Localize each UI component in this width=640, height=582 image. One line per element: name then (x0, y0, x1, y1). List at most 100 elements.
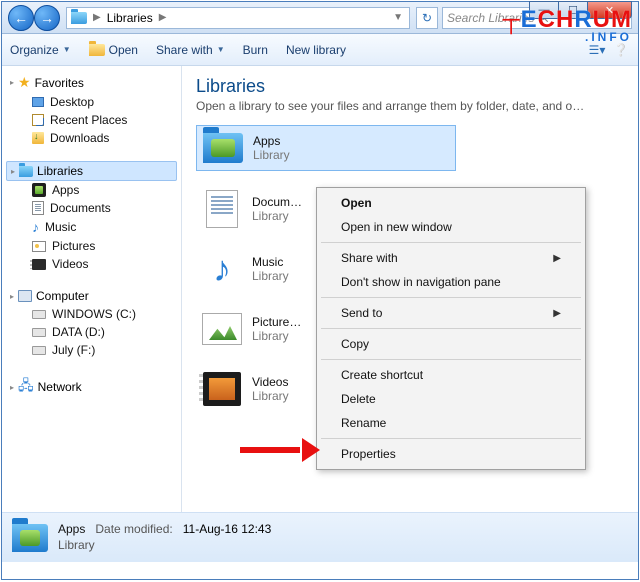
sidebar-item-desktop[interactable]: Desktop (6, 93, 177, 111)
title-bar: ← → ▶ Libraries ▶ ▼ ↻ Search Libraries —… (2, 2, 638, 34)
apps-icon (203, 133, 243, 163)
address-bar[interactable]: ▶ Libraries ▶ ▼ (66, 7, 410, 29)
chevron-right-icon: ▶ (553, 253, 561, 264)
network-icon: 🖧 (18, 375, 34, 399)
item-subtitle: Library (252, 209, 302, 223)
close-button[interactable]: ✕ (587, 1, 632, 19)
pictures-icon (32, 241, 46, 252)
item-subtitle: Library (252, 269, 289, 283)
burn-button[interactable]: Burn (243, 43, 268, 57)
drive-icon (32, 310, 46, 319)
forward-button[interactable]: → (34, 5, 60, 31)
ctx-sendto[interactable]: Send to▶ (319, 301, 583, 325)
chevron-right-icon: ▶ (91, 12, 103, 23)
minimize-button[interactable]: — (529, 1, 559, 19)
ctx-shortcut[interactable]: Create shortcut (319, 363, 583, 387)
sidebar-item-documents[interactable]: Documents (6, 199, 177, 217)
sidebar-item-apps[interactable]: Apps (6, 181, 177, 199)
view-options-button[interactable]: ☰▾ (588, 41, 606, 59)
libraries-icon (19, 166, 33, 177)
star-icon: ★ (18, 74, 31, 91)
separator (321, 328, 581, 329)
refresh-button[interactable]: ↻ (416, 7, 438, 29)
nav-buttons: ← → (8, 5, 60, 31)
item-subtitle: Library (253, 148, 290, 162)
new-library-button[interactable]: New library (286, 43, 346, 57)
open-button[interactable]: Open (89, 43, 138, 57)
details-name: Apps (58, 522, 85, 538)
sidebar-item-recent[interactable]: Recent Places (6, 111, 177, 129)
computer-icon (18, 290, 32, 302)
ctx-open-new[interactable]: Open in new window (319, 215, 583, 239)
libraries-icon (71, 12, 87, 24)
details-modified-value: 11-Aug-16 12:43 (183, 522, 272, 538)
ctx-delete[interactable]: Delete (319, 387, 583, 411)
sidebar-item-downloads[interactable]: Downloads (6, 129, 177, 147)
chevron-right-icon: ▶ (553, 308, 561, 319)
libraries-header[interactable]: ▸ Libraries (6, 161, 177, 181)
context-menu: Open Open in new window Share with▶ Don'… (316, 187, 586, 470)
organize-menu[interactable]: Organize▼ (10, 43, 71, 57)
sidebar-item-drive-c[interactable]: WINDOWS (C:) (6, 305, 177, 323)
separator (321, 242, 581, 243)
sidebar-item-pictures[interactable]: Pictures (6, 237, 177, 255)
navigation-pane: ▸ ★ Favorites Desktop Recent Places Down… (2, 66, 182, 512)
page-subtitle: Open a library to see your files and arr… (196, 99, 586, 113)
network-header[interactable]: ▸ 🖧 Network (6, 373, 177, 401)
page-title: Libraries (196, 76, 624, 97)
item-name: Picture… (252, 315, 301, 329)
annotation-arrow (240, 440, 320, 460)
drive-icon (32, 346, 46, 355)
desktop-icon (32, 97, 44, 107)
item-name: Docum… (252, 195, 302, 209)
item-name: Videos (252, 375, 289, 389)
window-controls: — ☐ ✕ (530, 1, 632, 19)
drive-icon (32, 328, 46, 337)
folder-icon (89, 44, 105, 56)
sidebar-item-videos[interactable]: Videos (6, 255, 177, 273)
ctx-rename[interactable]: Rename (319, 411, 583, 435)
videos-icon (32, 259, 46, 270)
disclosure-icon: ▸ (10, 78, 14, 87)
music-icon: ♪ (213, 251, 231, 287)
details-type: Library (58, 538, 271, 554)
apps-icon (32, 183, 46, 197)
ctx-open[interactable]: Open (319, 191, 583, 215)
command-bar: Organize▼ Open Share with▼ Burn New libr… (2, 34, 638, 66)
ctx-properties[interactable]: Properties (319, 442, 583, 466)
maximize-button[interactable]: ☐ (558, 1, 588, 19)
details-pane: Apps Date modified: 11-Aug-16 12:43 Libr… (2, 512, 638, 562)
sidebar-item-drive-d[interactable]: DATA (D:) (6, 323, 177, 341)
computer-header[interactable]: ▸ Computer (6, 287, 177, 305)
help-button[interactable]: ❔ (612, 41, 630, 59)
ctx-hide-nav[interactable]: Don't show in navigation pane (319, 270, 583, 294)
document-icon (32, 201, 44, 215)
chevron-down-icon[interactable]: ▼ (391, 12, 405, 23)
ctx-copy[interactable]: Copy (319, 332, 583, 356)
downloads-icon (32, 132, 44, 144)
disclosure-icon: ▸ (10, 383, 14, 392)
separator (321, 359, 581, 360)
item-subtitle: Library (252, 389, 289, 403)
details-modified-label: Date modified: (95, 522, 172, 538)
separator (321, 297, 581, 298)
item-name: Apps (253, 134, 290, 148)
library-item-apps[interactable]: Apps Library (196, 125, 456, 171)
apps-icon (12, 524, 48, 552)
breadcrumb[interactable]: Libraries (107, 11, 153, 25)
recent-icon (32, 114, 44, 126)
ctx-share[interactable]: Share with▶ (319, 246, 583, 270)
document-icon (206, 190, 238, 228)
videos-icon (203, 372, 241, 406)
item-subtitle: Library (252, 329, 301, 343)
share-menu[interactable]: Share with▼ (156, 43, 225, 57)
explorer-window: ← → ▶ Libraries ▶ ▼ ↻ Search Libraries —… (1, 1, 639, 580)
disclosure-icon: ▸ (10, 292, 14, 301)
music-icon: ♪ (32, 219, 39, 235)
favorites-header[interactable]: ▸ ★ Favorites (6, 72, 177, 93)
back-button[interactable]: ← (8, 5, 34, 31)
sidebar-item-drive-f[interactable]: July (F:) (6, 341, 177, 359)
pictures-icon (202, 313, 242, 345)
disclosure-icon: ▸ (11, 167, 15, 176)
sidebar-item-music[interactable]: ♪Music (6, 217, 177, 237)
